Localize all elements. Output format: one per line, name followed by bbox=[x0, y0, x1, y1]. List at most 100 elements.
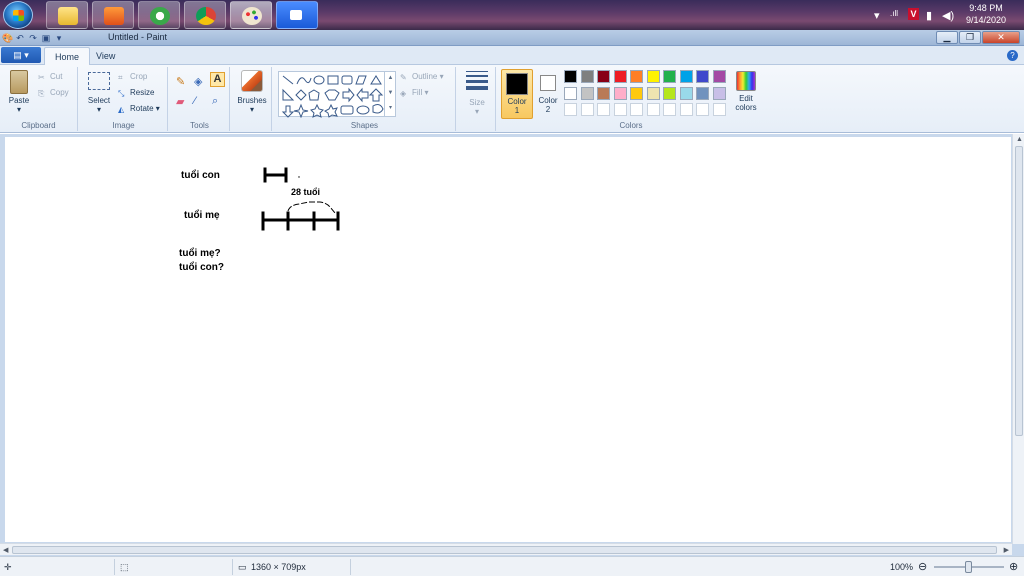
rotate-button[interactable]: ◭ Rotate ▾ bbox=[118, 104, 160, 114]
vertical-scroll-thumb[interactable] bbox=[1015, 146, 1023, 436]
palette-color-swatch[interactable] bbox=[630, 70, 643, 83]
crop-icon: ⌗ bbox=[118, 73, 123, 82]
palette-color-swatch[interactable] bbox=[580, 70, 594, 83]
edit-colors-line1: Edit bbox=[739, 94, 753, 103]
palette-color-swatch[interactable] bbox=[597, 86, 610, 100]
taskbar-zoom[interactable] bbox=[276, 1, 318, 29]
minimize-button[interactable]: ▁ bbox=[936, 31, 958, 44]
color1-label-line2: 1 bbox=[514, 106, 520, 115]
scroll-right-icon[interactable]: ▶ bbox=[1004, 546, 1009, 554]
status-bar: ✛ ⬚ ▭ 1360 × 709px 100% ⊖ ⊕ bbox=[0, 556, 1024, 576]
palette-color-swatch[interactable] bbox=[679, 86, 693, 100]
antivirus-icon[interactable]: V bbox=[908, 8, 919, 20]
shapes-gallery[interactable] bbox=[278, 71, 396, 119]
color-picker-icon[interactable]: ⁄ bbox=[194, 95, 196, 107]
eraser-icon[interactable]: ▰ bbox=[176, 95, 184, 108]
palette-color-swatch[interactable] bbox=[663, 86, 676, 100]
palette-color-swatch[interactable] bbox=[580, 86, 594, 100]
palette-color-swatch[interactable] bbox=[613, 86, 627, 100]
palette-color-swatch[interactable] bbox=[630, 86, 643, 100]
palette-color-swatch[interactable] bbox=[646, 86, 660, 100]
color2-button[interactable]: Color 2 bbox=[535, 69, 561, 114]
palette-color-swatch[interactable] bbox=[646, 70, 660, 83]
rotate-icon: ◭ bbox=[118, 105, 125, 114]
palette-color-swatch[interactable] bbox=[696, 86, 709, 100]
zoom-out-icon[interactable]: ⊖ bbox=[918, 560, 927, 573]
taskbar-paint[interactable] bbox=[230, 1, 272, 29]
file-menu-button[interactable]: ▤ ▾ bbox=[1, 47, 41, 63]
scroll-up-icon[interactable]: ▲ bbox=[1016, 136, 1023, 143]
palette-color-swatch[interactable] bbox=[696, 70, 709, 83]
workspace: tuổi con tuổi mẹ 28 tuổi tuổi mẹ? tuổi c… bbox=[0, 134, 1024, 556]
drawing-canvas[interactable]: tuổi con tuổi mẹ 28 tuổi tuổi mẹ? tuổi c… bbox=[5, 137, 1011, 542]
palette-custom-swatch[interactable] bbox=[696, 103, 709, 116]
palette-color-swatch[interactable] bbox=[679, 70, 693, 83]
palette-custom-swatch[interactable] bbox=[663, 103, 676, 116]
clock[interactable]: 9:48 PM 9/14/2020 bbox=[966, 2, 1006, 26]
fill-button[interactable]: ◈ Fill ▾ bbox=[400, 88, 428, 98]
palette-custom-swatch[interactable] bbox=[646, 103, 660, 116]
horizontal-scrollbar[interactable]: ◀ ▶ bbox=[0, 543, 1012, 555]
tab-home[interactable]: Home bbox=[44, 47, 91, 65]
help-icon[interactable]: ? bbox=[1007, 50, 1018, 61]
resize-button[interactable]: ⤡ Resize bbox=[118, 88, 154, 98]
fill-bucket-icon[interactable]: ◈ bbox=[194, 75, 202, 88]
select-button[interactable]: Select ▾ bbox=[84, 70, 114, 114]
size-button[interactable]: Size ▾ bbox=[462, 71, 492, 116]
battery-icon[interactable]: ▮ bbox=[926, 9, 932, 22]
horizontal-scroll-thumb[interactable] bbox=[12, 546, 997, 554]
palette-color-swatch[interactable] bbox=[597, 70, 610, 83]
difference-brace bbox=[287, 201, 336, 214]
palette-custom-swatch[interactable] bbox=[564, 103, 577, 116]
zoom-slider[interactable] bbox=[934, 561, 1004, 573]
palette-custom-swatch[interactable] bbox=[712, 103, 726, 116]
scroll-left-icon[interactable]: ◀ bbox=[3, 546, 8, 554]
crop-button[interactable]: ⌗ Crop bbox=[118, 72, 147, 82]
palette-custom-swatch[interactable] bbox=[679, 103, 693, 116]
palette-color-swatch[interactable] bbox=[564, 86, 577, 100]
text-tool-icon[interactable]: A bbox=[210, 72, 225, 87]
zoom-slider-thumb[interactable] bbox=[965, 561, 972, 573]
edit-colors-button[interactable]: Edit colors bbox=[732, 69, 760, 112]
palette-custom-swatch[interactable] bbox=[580, 103, 594, 116]
taskbar-chrome[interactable] bbox=[184, 1, 226, 29]
start-button[interactable] bbox=[3, 1, 33, 29]
palette-color-swatch[interactable] bbox=[564, 70, 577, 83]
tab-view[interactable]: View bbox=[86, 47, 125, 65]
shapes-scroll[interactable]: ▲ ▼ ▾ bbox=[384, 71, 396, 117]
colors-group: Color 1 Color 2 Edit colors Colors bbox=[498, 67, 764, 131]
paste-button[interactable]: Paste ▾ bbox=[4, 70, 34, 114]
palette-color-swatch[interactable] bbox=[712, 70, 726, 83]
restore-button[interactable]: ❐ bbox=[959, 31, 981, 44]
palette-color-swatch[interactable] bbox=[663, 70, 676, 83]
color1-label-line1: Color bbox=[507, 97, 527, 106]
copy-button[interactable]: ⎘ Copy bbox=[38, 88, 69, 98]
color1-button[interactable]: Color 1 bbox=[501, 69, 533, 119]
taskbar-media-player[interactable] bbox=[92, 1, 134, 29]
palette-custom-swatch[interactable] bbox=[613, 103, 627, 116]
close-button[interactable]: ✕ bbox=[982, 31, 1020, 44]
speaker-icon[interactable]: ◀) bbox=[942, 9, 954, 22]
network-signal-icon[interactable]: .ıll bbox=[890, 9, 898, 18]
vertical-scrollbar[interactable]: ▲ bbox=[1012, 134, 1024, 544]
palette-custom-swatch[interactable] bbox=[597, 103, 610, 116]
palette-custom-swatch[interactable] bbox=[630, 103, 643, 116]
customize-qat-icon[interactable]: ▾ bbox=[54, 33, 64, 43]
show-hidden-icons-icon[interactable]: ▾ bbox=[874, 9, 880, 22]
magnifier-icon[interactable]: ⌕ bbox=[212, 95, 218, 108]
scissors-icon: ✂ bbox=[38, 73, 45, 82]
taskbar-file-explorer[interactable] bbox=[46, 1, 88, 29]
redo-icon[interactable]: ↷ bbox=[28, 33, 38, 43]
zoom-in-icon[interactable]: ⊕ bbox=[1009, 560, 1018, 573]
pencil-icon[interactable]: ✎ bbox=[176, 75, 185, 88]
cut-button[interactable]: ✂ Cut bbox=[38, 72, 62, 82]
crop-label: Crop bbox=[130, 72, 148, 81]
palette-color-swatch[interactable] bbox=[712, 86, 726, 100]
paint-app-icon[interactable]: 🎨 bbox=[2, 33, 13, 43]
undo-icon[interactable]: ↶ bbox=[15, 33, 25, 43]
outline-button[interactable]: ✎ Outline ▾ bbox=[400, 72, 444, 82]
save-icon[interactable]: ▣ bbox=[41, 33, 51, 43]
taskbar-app-launcher[interactable] bbox=[138, 1, 180, 29]
palette-color-swatch[interactable] bbox=[613, 70, 627, 83]
brushes-button[interactable]: Brushes ▾ bbox=[235, 70, 269, 114]
